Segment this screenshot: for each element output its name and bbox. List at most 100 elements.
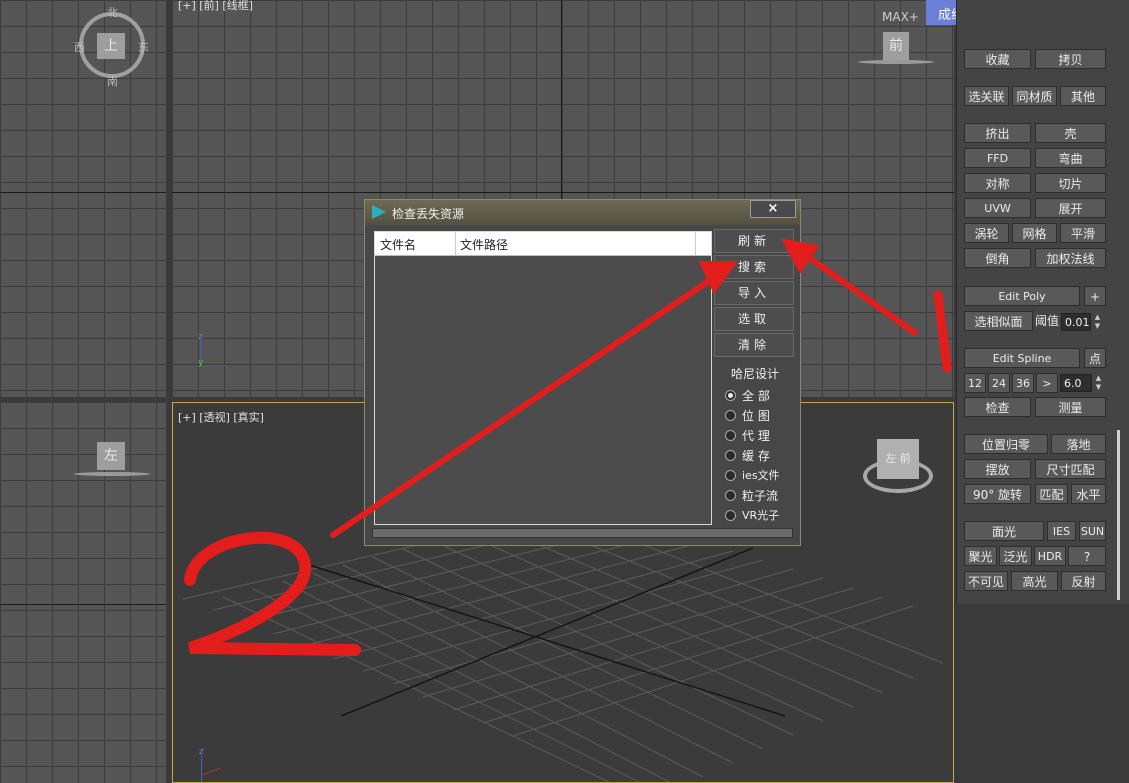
panel-btn-uvw[interactable]: UVW [964,198,1031,218]
panel-btn-size-match[interactable]: 尺寸匹配 [1035,459,1106,479]
viewport-left[interactable]: 左 [0,402,166,783]
panel-btn-select-similar[interactable]: 选相似面 [964,311,1033,331]
viewport-front-label[interactable]: [+] [前] [线框] [178,0,253,13]
panel-btn-sun[interactable]: SUN [1079,521,1106,541]
panel-btn-edit-poly-add[interactable]: + [1084,286,1106,306]
clear-button[interactable]: 清除 [714,333,794,357]
radio-icon [725,469,736,481]
radio-icon [725,490,736,501]
radio-icon [725,450,736,461]
radio-label: 缓 存 [742,449,770,463]
column-filename[interactable]: 文件名 [380,236,416,253]
panel-btn-12[interactable]: 12 [964,373,986,393]
app-logo-icon [372,205,386,219]
spline-steps-input[interactable]: 6.0 [1060,374,1092,392]
panel-btn-symmetry[interactable]: 对称 [964,173,1031,193]
panel-btn-unwrap[interactable]: 展开 [1035,198,1106,218]
compass-east: 东 [138,41,149,54]
viewcube-left[interactable]: 左 [97,442,125,470]
grid-axis-horizontal [0,192,166,193]
radio-icon [725,430,736,441]
panel-btn-rotate-90[interactable]: 90° 旋转 [964,484,1031,504]
viewcube-front[interactable]: 前 [883,32,909,60]
panel-btn-spot-light[interactable]: 聚光 [964,546,997,566]
panel-btn-24[interactable]: 24 [988,373,1010,393]
viewcube-left-base [74,472,150,476]
radio-ies[interactable]: ies文件 [725,467,780,485]
threshold-input[interactable]: 0.01 [1061,313,1091,331]
panel-btn-chamfer[interactable]: 倒角 [964,248,1031,268]
column-filepath[interactable]: 文件路径 [460,236,508,253]
panel-btn-weighted-normals[interactable]: 加权法线 [1035,248,1106,268]
dialog-close-button[interactable]: × [750,200,796,218]
panel-btn-same-material[interactable]: 同材质 [1012,86,1057,106]
panel-btn-hdr[interactable]: HDR [1034,546,1066,566]
panel-btn-drop[interactable]: 落地 [1051,434,1106,454]
panel-btn-reflect[interactable]: 反射 [1061,571,1106,591]
viewport-top[interactable]: 上 北 西 东 南 [0,0,166,397]
threshold-spinner[interactable]: ▲ ▼ [1093,313,1102,331]
panel-btn-point[interactable]: 点 [1084,348,1106,368]
panel-btn-extrude[interactable]: 挤出 [964,123,1031,143]
refresh-button[interactable]: 刷新 [714,229,794,253]
viewcube-top[interactable]: 上 [97,33,125,59]
panel-btn-slice[interactable]: 切片 [1035,173,1106,193]
panel-btn-favorite[interactable]: 收藏 [964,49,1031,69]
radio-particle-flow[interactable]: 粒子流 [725,487,778,505]
viewcube-perspective[interactable]: 左 前 [877,439,919,479]
panel-scrollbar[interactable] [1117,430,1120,600]
panel-btn-check[interactable]: 检查 [964,397,1031,417]
panel-btn-edit-poly[interactable]: Edit Poly [964,286,1080,306]
radio-label: 全 部 [742,389,770,403]
column-divider[interactable] [455,232,456,255]
spline-steps-spinner[interactable]: ▲ ▼ [1094,374,1103,392]
dialog-status-bar [372,528,793,538]
radio-label: VR光子 [742,509,780,522]
panel-btn-area-light[interactable]: 面光 [964,521,1044,541]
panel-btn-smooth[interactable]: 平滑 [1060,223,1106,243]
missing-files-list[interactable]: 文件名 文件路径 [374,231,712,525]
panel-btn-mesh[interactable]: 网格 [1012,223,1057,243]
column-divider[interactable] [695,232,696,255]
dialog-titlebar[interactable]: 检查丢失资源 [365,200,800,225]
panel-btn-ffd[interactable]: FFD [964,148,1031,168]
radio-label: 粒子流 [742,489,779,503]
radio-all[interactable]: 全 部 [725,387,770,405]
missing-resources-dialog: 检查丢失资源 × 文件名 文件路径 刷新 搜索 导入 选取 清除 哈尼设计 全 … [364,199,801,546]
radio-label: 位 图 [742,409,770,423]
panel-btn-turbosmooth[interactable]: 涡轮 [964,223,1009,243]
filter-group-title: 哈尼设计 [731,367,780,381]
panel-btn-select-linked[interactable]: 选关联 [964,86,1009,106]
radio-bitmap[interactable]: 位 图 [725,407,770,425]
search-button[interactable]: 搜索 [714,255,794,279]
panel-btn-next[interactable]: > [1036,373,1058,393]
radio-label: 代 理 [742,429,770,443]
panel-btn-omni-light[interactable]: 泛光 [999,546,1032,566]
panel-btn-measure[interactable]: 测量 [1035,397,1106,417]
radio-icon [725,410,736,421]
panel-btn-shell[interactable]: 壳 [1035,123,1106,143]
panel-btn-ies[interactable]: IES [1047,521,1076,541]
panel-btn-bend[interactable]: 弯曲 [1035,148,1106,168]
panel-btn-other[interactable]: 其他 [1060,86,1106,106]
import-button[interactable]: 导入 [714,281,794,305]
radio-proxy[interactable]: 代 理 [725,427,770,445]
axis-gizmo-persp: z [199,747,229,782]
select-button[interactable]: 选取 [714,307,794,331]
radio-vr-photon[interactable]: VR光子 [725,507,779,525]
panel-btn-help[interactable]: ? [1068,546,1106,566]
panel-btn-match[interactable]: 匹配 [1035,484,1068,504]
panel-btn-invisible[interactable]: 不可见 [964,571,1008,591]
radio-icon [725,390,736,401]
axis-gizmo: z y [198,332,228,368]
panel-btn-36[interactable]: 36 [1012,373,1034,393]
list-header: 文件名 文件路径 [375,232,711,256]
panel-btn-level[interactable]: 水平 [1071,484,1106,504]
grid-axis-horizontal [0,604,166,605]
panel-btn-place[interactable]: 摆放 [964,459,1031,479]
panel-btn-reset-position[interactable]: 位置归零 [964,434,1048,454]
panel-btn-copy[interactable]: 拷贝 [1035,49,1106,69]
panel-btn-highlight[interactable]: 高光 [1011,571,1058,591]
radio-cache[interactable]: 缓 存 [725,447,770,465]
panel-btn-edit-spline[interactable]: Edit Spline [964,348,1080,368]
